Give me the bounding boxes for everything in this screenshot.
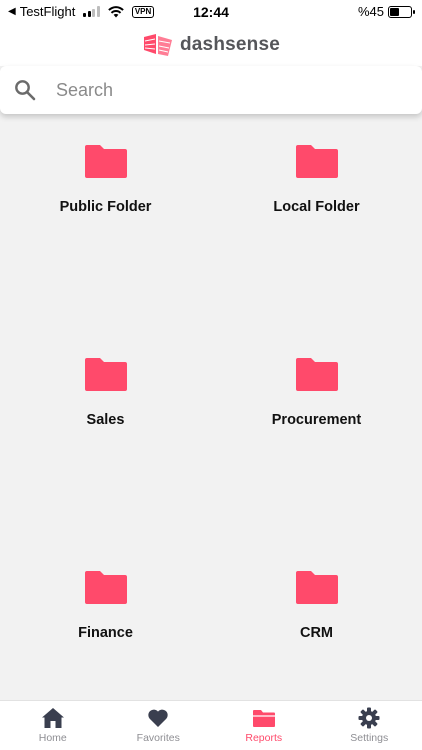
home-icon (41, 708, 64, 728)
folder-label: Sales (86, 412, 125, 428)
app-header: dashsense (0, 24, 422, 66)
search-bar[interactable] (0, 66, 422, 114)
tab-label: Reports (245, 732, 283, 744)
dashsense-logo-icon (143, 34, 172, 56)
status-bar: ◀ TestFlight VPN 12:44 %45 (0, 0, 422, 24)
folder-label: Procurement (271, 412, 362, 428)
tab-label: Home (38, 732, 67, 744)
folder-procurement[interactable]: Procurement (211, 356, 422, 486)
folder-label: Local Folder (273, 199, 360, 215)
battery-percent: %45 (357, 4, 384, 19)
folder-icon (295, 358, 338, 391)
tab-home[interactable]: Home (0, 701, 106, 750)
folder-label: CRM (299, 625, 334, 641)
search-icon (15, 80, 36, 101)
tab-bar: Home Favorites Reports Settings (0, 700, 422, 750)
folder-crm[interactable]: CRM (211, 569, 422, 699)
folder-public-folder[interactable]: Public Folder (0, 143, 211, 273)
tab-label: Settings (350, 732, 389, 744)
tab-reports[interactable]: Reports (211, 701, 317, 750)
brand-name: dashsense (179, 34, 281, 55)
folder-icon (84, 145, 127, 178)
folder-icon (252, 710, 275, 727)
folder-icon (295, 145, 338, 178)
folder-icon (84, 358, 127, 391)
status-right: %45 (357, 4, 415, 19)
search-input[interactable] (56, 76, 406, 104)
folder-label: Public Folder (59, 199, 152, 215)
heart-icon (148, 709, 168, 727)
tab-label: Favorites (136, 732, 180, 744)
gear-icon (358, 707, 380, 729)
folder-local-folder[interactable]: Local Folder (211, 143, 422, 273)
folder-icon (295, 571, 338, 604)
battery-icon (388, 5, 415, 18)
folder-icon (84, 571, 127, 604)
tab-favorites[interactable]: Favorites (106, 701, 212, 750)
folder-label: Finance (78, 625, 133, 641)
folder-sales[interactable]: Sales (0, 356, 211, 486)
folder-finance[interactable]: Finance (0, 569, 211, 699)
tab-settings[interactable]: Settings (317, 701, 422, 750)
